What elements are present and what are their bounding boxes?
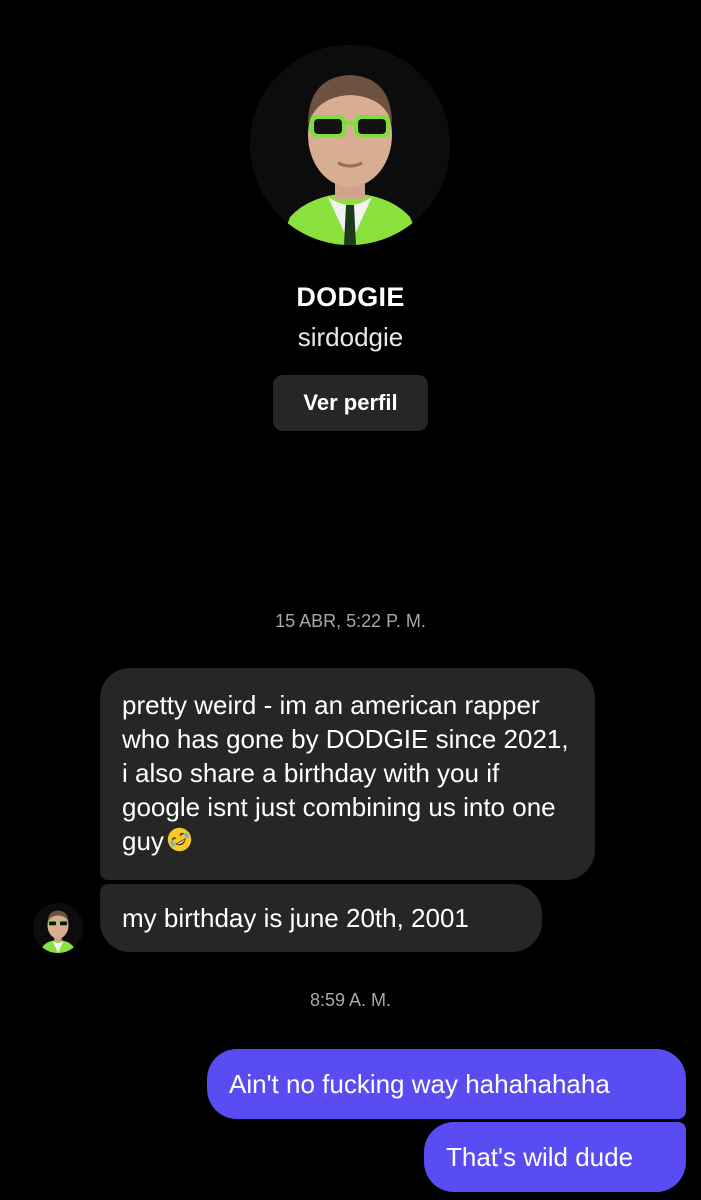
outgoing-message[interactable]: Ain't no fucking way hahahahaha [207, 1049, 686, 1119]
message-text: That's wild dude [446, 1142, 634, 1172]
profile-username: sirdodgie [297, 322, 404, 352]
profile-avatar[interactable] [250, 45, 450, 245]
incoming-message[interactable]: pretty weird - im an american rapper who… [100, 668, 595, 880]
message-timestamp: 15 ABR, 5:22 P. M. [275, 611, 426, 631]
sender-avatar[interactable] [33, 903, 83, 953]
view-profile-button[interactable]: Ver perfil [273, 375, 428, 431]
message-text: Ain't no fucking way hahahahaha [229, 1069, 610, 1099]
rolling-on-floor-laughing-emoji-icon [167, 827, 192, 852]
message-timestamp: 8:59 A. M. [309, 990, 392, 1010]
incoming-message[interactable]: my birthday is june 20th, 2001 [100, 884, 542, 952]
profile-photo [250, 45, 450, 245]
profile-name: DODGIE [296, 282, 405, 312]
message-text: my birthday is june 20th, 2001 [122, 903, 469, 933]
profile-header: DODGIE sirdodgie Ver perfil [0, 0, 701, 440]
sender-photo [33, 903, 83, 953]
outgoing-message[interactable]: That's wild dude [424, 1122, 686, 1192]
